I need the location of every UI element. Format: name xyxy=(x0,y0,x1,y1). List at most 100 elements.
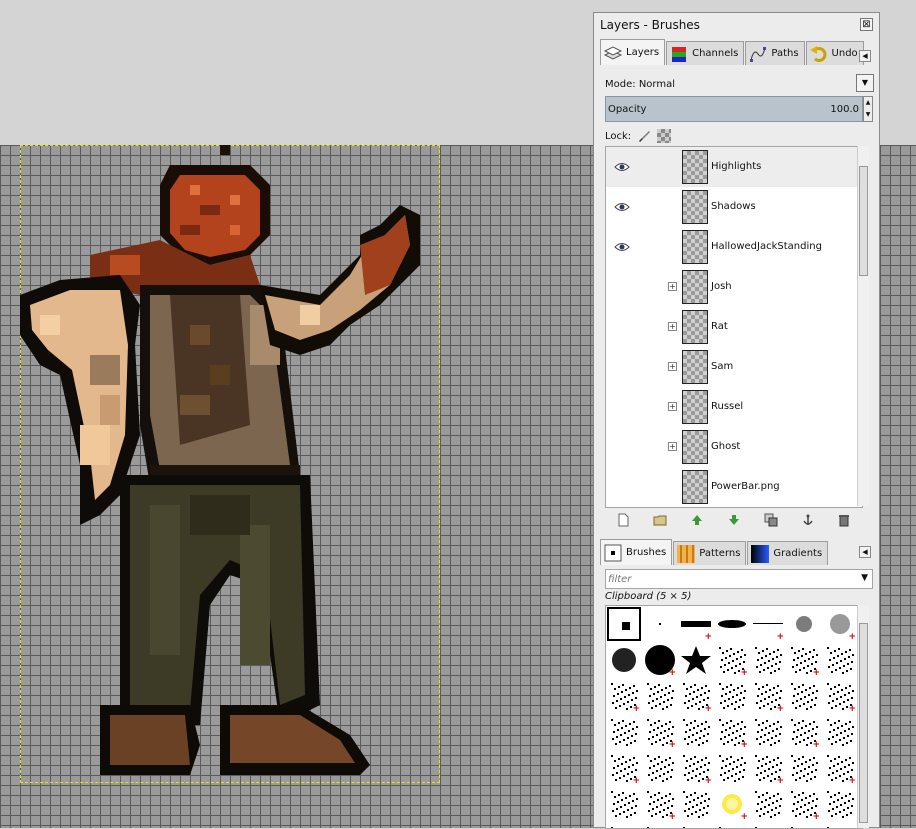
brush-preview[interactable] xyxy=(643,823,677,828)
brush-preview[interactable]: + xyxy=(751,823,785,828)
raise-layer-icon[interactable] xyxy=(690,513,704,527)
brush-preview[interactable] xyxy=(787,823,821,828)
brush-preview[interactable] xyxy=(679,643,713,677)
expand-group-icon[interactable]: + xyxy=(668,282,677,291)
mode-value[interactable]: Normal xyxy=(639,79,675,90)
layer-row[interactable]: + Ghost xyxy=(606,427,862,467)
brush-preview[interactable] xyxy=(823,643,857,677)
brush-preview[interactable] xyxy=(607,715,641,749)
brush-preview[interactable]: + xyxy=(787,715,821,750)
brush-grid-scroll-thumb[interactable] xyxy=(859,623,868,823)
brush-preview[interactable]: + xyxy=(679,607,713,642)
new-layer-icon[interactable] xyxy=(616,513,630,527)
brush-preview[interactable] xyxy=(607,643,641,677)
visibility-toggle[interactable] xyxy=(614,481,630,493)
layer-row[interactable]: HallowedJackStanding xyxy=(606,227,862,267)
delete-layer-icon[interactable] xyxy=(837,513,851,527)
brush-preview[interactable] xyxy=(715,679,749,713)
brush-preview[interactable]: + xyxy=(751,607,785,642)
chevron-down-icon[interactable]: ▼ xyxy=(861,573,868,583)
brush-preview[interactable]: + xyxy=(823,751,857,786)
tab-paths[interactable]: Paths xyxy=(745,41,805,65)
expand-group-icon[interactable]: + xyxy=(668,402,677,411)
lower-layer-icon[interactable] xyxy=(727,513,741,527)
brushes-tab-menu-button[interactable]: ◀ xyxy=(859,546,871,558)
tab-channels[interactable]: Channels xyxy=(666,41,745,65)
close-dock-button[interactable]: ⊠ xyxy=(860,18,873,31)
brush-preview[interactable]: + xyxy=(823,823,857,828)
layer-name[interactable]: HallowedJackStanding xyxy=(711,241,822,252)
layer-row[interactable]: + Josh xyxy=(606,267,862,307)
visibility-toggle[interactable] xyxy=(614,281,630,293)
brush-preview[interactable] xyxy=(715,607,749,641)
tab-gradients[interactable]: Gradients xyxy=(747,541,829,565)
tab-brushes[interactable]: Brushes xyxy=(600,539,673,565)
brush-preview[interactable]: + xyxy=(787,787,821,822)
brush-preview[interactable] xyxy=(823,787,857,821)
brush-preview[interactable]: + xyxy=(751,679,785,714)
tab-menu-button[interactable]: ◀ xyxy=(859,50,871,62)
brush-preview[interactable]: + xyxy=(715,643,749,678)
brush-preview[interactable]: + xyxy=(607,751,641,786)
brush-preview[interactable] xyxy=(643,607,677,641)
brush-preview[interactable] xyxy=(643,679,677,713)
new-group-icon[interactable] xyxy=(653,513,667,527)
layer-name[interactable]: Ghost xyxy=(711,441,740,452)
duplicate-layer-icon[interactable] xyxy=(764,513,778,527)
brush-preview[interactable] xyxy=(607,787,641,821)
brush-preview[interactable]: + xyxy=(715,715,749,750)
layer-name[interactable]: PowerBar.png xyxy=(711,481,780,492)
brush-preview[interactable]: + xyxy=(679,679,713,714)
layer-row[interactable]: + Rat xyxy=(606,307,862,347)
opacity-spin-buttons[interactable]: ▲ ▼ xyxy=(863,96,873,122)
brush-preview[interactable]: + xyxy=(787,643,821,678)
opacity-slider[interactable]: Opacity 100.0 xyxy=(605,96,863,122)
brush-filter-field[interactable]: ▼ xyxy=(605,569,873,589)
visibility-toggle[interactable] xyxy=(614,441,630,453)
brush-preview[interactable]: + xyxy=(823,607,857,642)
brush-preview[interactable]: + xyxy=(823,679,857,714)
layer-name[interactable]: Shadows xyxy=(711,201,756,212)
layer-list-scrollbar[interactable] xyxy=(857,146,869,506)
brush-preview[interactable]: + xyxy=(643,643,677,678)
brush-preview[interactable] xyxy=(679,787,713,821)
tab-layers[interactable]: Layers xyxy=(600,39,666,65)
tab-undo[interactable]: Undo xyxy=(805,41,864,65)
visibility-toggle[interactable] xyxy=(614,321,630,333)
brush-preview[interactable] xyxy=(751,787,785,821)
eye-icon[interactable] xyxy=(614,201,630,213)
brush-preview[interactable]: + xyxy=(643,715,677,750)
brush-preview[interactable]: + xyxy=(715,787,749,822)
layer-name[interactable]: Sam xyxy=(711,361,733,372)
brush-preview[interactable]: + xyxy=(751,751,785,786)
eye-icon[interactable] xyxy=(614,161,630,173)
brush-preview[interactable]: + xyxy=(679,751,713,786)
visibility-toggle[interactable] xyxy=(614,401,630,413)
layer-name[interactable]: Rat xyxy=(711,321,728,332)
layer-row[interactable]: PowerBar.png xyxy=(606,467,862,507)
brush-preview[interactable] xyxy=(787,679,821,713)
brush-preview[interactable]: + xyxy=(607,823,641,828)
visibility-toggle[interactable] xyxy=(614,361,630,373)
lock-pixels-brush-icon[interactable] xyxy=(637,129,651,143)
brush-grid-scrollbar[interactable] xyxy=(857,605,869,828)
brush-filter-input[interactable] xyxy=(608,572,838,586)
expand-group-icon[interactable]: + xyxy=(668,362,677,371)
layer-name[interactable]: Russel xyxy=(711,401,743,412)
brush-preview[interactable]: + xyxy=(607,679,641,714)
layer-row[interactable]: + Sam xyxy=(606,347,862,387)
tab-patterns[interactable]: Patterns xyxy=(673,541,747,565)
mode-dropdown-button[interactable]: ▼ xyxy=(856,74,874,92)
brush-preview[interactable]: + xyxy=(679,823,713,828)
eye-icon[interactable] xyxy=(614,241,630,253)
expand-group-icon[interactable]: + xyxy=(668,442,677,451)
brush-preview[interactable] xyxy=(607,607,641,641)
brush-preview[interactable] xyxy=(643,751,677,785)
expand-group-icon[interactable]: + xyxy=(668,322,677,331)
layer-row[interactable]: Shadows xyxy=(606,187,862,227)
brush-preview[interactable]: + xyxy=(643,787,677,822)
brush-preview[interactable] xyxy=(787,607,821,641)
brush-preview[interactable] xyxy=(679,715,713,749)
brush-preview[interactable] xyxy=(787,751,821,785)
brush-preview[interactable] xyxy=(823,715,857,749)
